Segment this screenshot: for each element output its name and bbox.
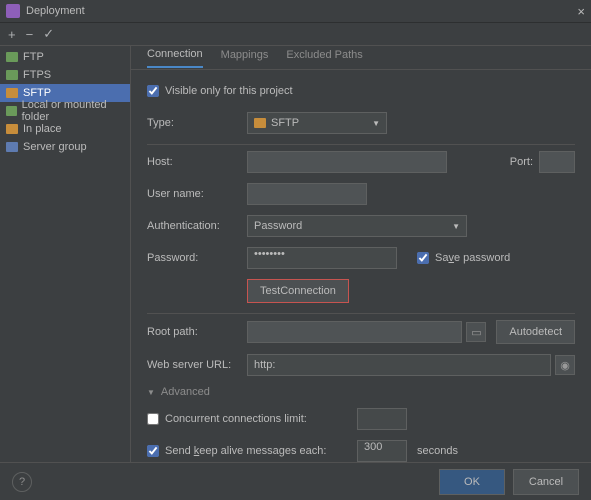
- save-password-checkbox[interactable]: Save password: [417, 252, 510, 264]
- separator: [147, 144, 575, 145]
- cancel-button[interactable]: Cancel: [513, 469, 579, 495]
- host-label: Host:: [147, 156, 247, 168]
- app-icon: [6, 4, 20, 18]
- add-button[interactable]: +: [8, 27, 16, 42]
- username-label: User name:: [147, 188, 247, 200]
- window-title: Deployment: [26, 5, 85, 17]
- concurrent-limit-input[interactable]: [147, 413, 159, 425]
- auth-label: Authentication:: [147, 220, 247, 232]
- tab-mappings[interactable]: Mappings: [221, 49, 269, 67]
- sidebar-item-local-or-mounted-folder[interactable]: Local or mounted folder: [0, 102, 130, 120]
- seconds-label: seconds: [417, 445, 458, 457]
- visible-only-checkbox[interactable]: Visible only for this project: [147, 85, 293, 97]
- port-input[interactable]: [539, 151, 575, 173]
- chevron-down-icon: ▼: [452, 222, 460, 231]
- advanced-section-header[interactable]: ▼ Advanced: [147, 386, 575, 398]
- autodetect-button[interactable]: Autodetect: [496, 320, 575, 344]
- ftp-icon: [6, 52, 18, 62]
- sidebar-item-ftp[interactable]: FTP: [0, 48, 130, 66]
- browse-folder-icon[interactable]: ▭: [466, 322, 486, 342]
- port-label: Port:: [510, 156, 533, 168]
- keepalive-checkbox[interactable]: Send keep alive messages each:: [147, 445, 357, 457]
- close-icon[interactable]: ×: [577, 4, 585, 19]
- group-icon: [6, 142, 18, 152]
- visible-only-label: Visible only for this project: [165, 85, 293, 97]
- keepalive-value[interactable]: 300: [357, 440, 407, 462]
- root-path-input[interactable]: [247, 321, 462, 343]
- title-bar: Deployment ×: [0, 0, 591, 23]
- open-browser-icon[interactable]: ◉: [555, 355, 575, 375]
- type-select[interactable]: SFTP ▼: [247, 112, 387, 134]
- concurrent-limit-checkbox[interactable]: Concurrent connections limit:: [147, 413, 357, 425]
- root-path-label: Root path:: [147, 326, 247, 338]
- visible-only-input[interactable]: [147, 85, 159, 97]
- save-password-label: Save password: [435, 252, 510, 264]
- tab-connection[interactable]: Connection: [147, 48, 203, 68]
- web-url-input[interactable]: http:: [247, 354, 551, 376]
- password-input[interactable]: ••••••••: [247, 247, 397, 269]
- inplace-icon: [6, 124, 18, 134]
- sidebar-item-ftps[interactable]: FTPS: [0, 66, 130, 84]
- concurrent-limit-label: Concurrent connections limit:: [165, 413, 307, 425]
- host-input[interactable]: [247, 151, 447, 173]
- auth-select[interactable]: Password ▼: [247, 215, 467, 237]
- triangle-down-icon: ▼: [147, 388, 155, 397]
- toolbar: + − ✓: [0, 23, 591, 46]
- keepalive-input[interactable]: [147, 445, 159, 457]
- form-panel: Visible only for this project Type: SFTP…: [131, 70, 591, 462]
- ftps-icon: [6, 70, 18, 80]
- concurrent-limit-value[interactable]: [357, 408, 407, 430]
- sidebar: FTPFTPSSFTPLocal or mounted folderIn pla…: [0, 46, 131, 462]
- keepalive-label: Send keep alive messages each:: [165, 445, 326, 457]
- help-button[interactable]: ?: [12, 472, 32, 492]
- sftp-icon: [254, 118, 266, 128]
- footer: ? OK Cancel: [0, 462, 591, 500]
- tabs: Connection Mappings Excluded Paths: [131, 46, 591, 70]
- username-input[interactable]: [247, 183, 367, 205]
- sidebar-item-server-group[interactable]: Server group: [0, 138, 130, 156]
- test-connection-button[interactable]: Test Connection: [247, 279, 349, 303]
- separator: [147, 313, 575, 314]
- ok-button[interactable]: OK: [439, 469, 505, 495]
- tab-excluded-paths[interactable]: Excluded Paths: [286, 49, 362, 67]
- type-label: Type:: [147, 117, 247, 129]
- chevron-down-icon: ▼: [372, 119, 380, 128]
- local-icon: [6, 106, 17, 116]
- password-label: Password:: [147, 252, 247, 264]
- apply-button[interactable]: ✓: [43, 26, 54, 42]
- sftp-icon: [6, 88, 18, 98]
- remove-button[interactable]: −: [26, 27, 34, 42]
- save-password-input[interactable]: [417, 252, 429, 264]
- web-url-label: Web server URL:: [147, 359, 247, 371]
